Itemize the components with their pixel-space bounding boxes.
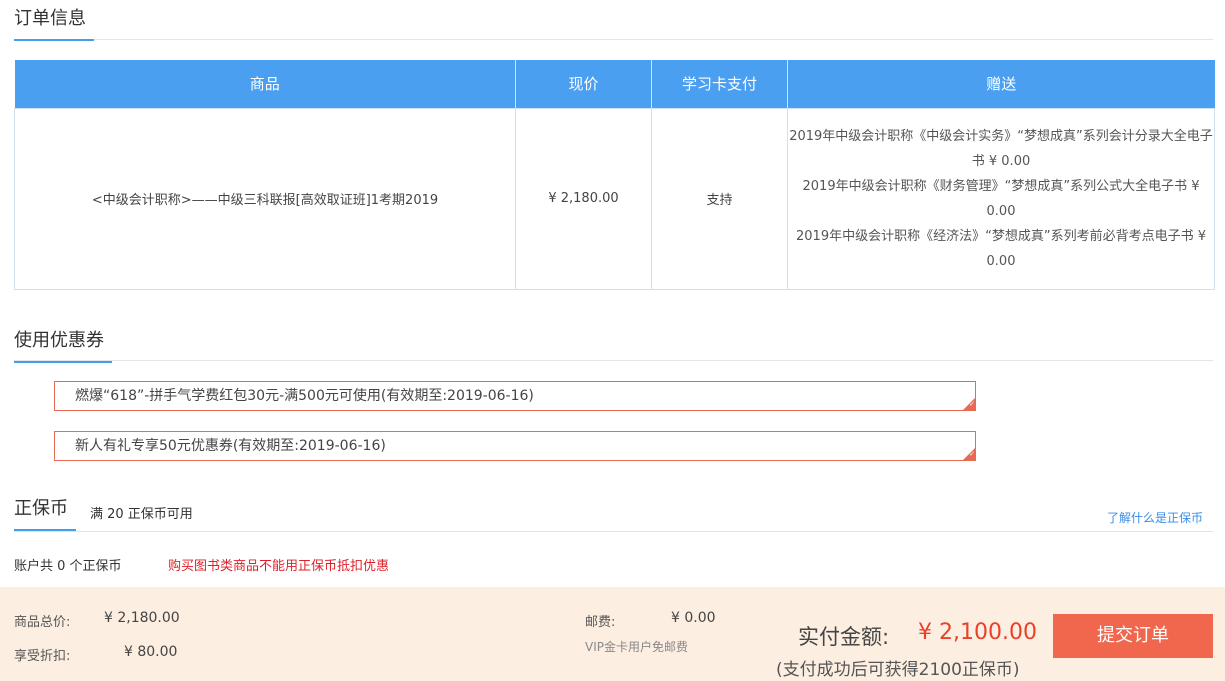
coupon-option[interactable]: 燃爆“618”-拼手气学费红包30元-满500元可使用(有效期至:2019-06…: [54, 381, 976, 411]
order-info-section-header: 订单信息: [14, 8, 1213, 41]
coupon-label: 燃爆“618”-拼手气学费红包30元-满500元可使用(有效期至:2019-06…: [75, 388, 534, 404]
header-card-pay: 学习卡支付: [651, 60, 788, 108]
shipping-label: 邮费:: [585, 615, 616, 630]
order-table-header-row: 商品 现价 学习卡支付 赠送: [14, 60, 1215, 108]
pay-reward-note: (支付成功后可获得2100正保币): [776, 660, 1020, 680]
gift-item: 2019年中级会计职称《财务管理》“梦想成真”系列公式大全电子书 ¥ 0.00: [802, 178, 1200, 219]
total-price-value: ¥ 2,180.00: [104, 610, 180, 626]
gift-item: 2019年中级会计职称《中级会计实务》“梦想成真”系列会计分录大全电子书 ¥ 0…: [789, 128, 1213, 169]
coin-warning-text: 购买图书类商品不能用正保币抵扣优惠: [168, 559, 390, 574]
table-row: <中级会计职称>——中级三科联报[高效取证班]1考期2019 ¥ 2,180.0…: [14, 107, 1215, 290]
gift-list: 2019年中级会计职称《中级会计实务》“梦想成真”系列会计分录大全电子书 ¥ 0…: [787, 107, 1215, 290]
discount-value: ¥ 80.00: [124, 644, 178, 660]
gift-item: 2019年中级会计职称《经济法》“梦想成真”系列考前必背考点电子书 ¥ 0.00: [796, 228, 1206, 269]
selected-check-icon: [963, 448, 975, 460]
header-gifts: 赠送: [787, 60, 1215, 108]
product-price: ¥ 2,180.00: [515, 107, 652, 290]
coin-balance-text: 账户共 0 个正保币: [14, 559, 122, 574]
coin-available-text: 满 20 正保币可用: [90, 507, 193, 522]
shipping-note: VIP金卡用户免邮费: [585, 640, 688, 654]
order-info-title: 订单信息: [14, 8, 94, 41]
coupon-label: 新人有礼专享50元优惠券(有效期至:2019-06-16): [75, 438, 386, 454]
coupon-title: 使用优惠券: [14, 330, 112, 363]
card-pay-support: 支持: [651, 107, 788, 290]
coupon-option[interactable]: 新人有礼专享50元优惠券(有效期至:2019-06-16): [54, 431, 976, 461]
submit-order-button[interactable]: 提交订单: [1053, 614, 1213, 658]
pay-amount-label: 实付金额:: [798, 625, 890, 649]
coin-title: 正保币: [14, 498, 76, 531]
header-product: 商品: [14, 60, 516, 108]
coupon-section-header: 使用优惠券: [14, 330, 1213, 363]
product-name: <中级会计职称>——中级三科联报[高效取证班]1考期2019: [14, 107, 516, 290]
coin-section-header: 正保币: [14, 498, 1213, 532]
order-summary-bar: 商品总价: ¥ 2,180.00 享受折扣: ¥ 80.00 邮费: ¥ 0.0…: [0, 587, 1225, 681]
pay-amount-value: ¥ 2,100.00: [918, 620, 1037, 645]
coin-help-link[interactable]: 了解什么是正保币: [1107, 509, 1203, 526]
discount-label: 享受折扣:: [14, 649, 71, 664]
total-price-label: 商品总价:: [14, 615, 71, 630]
shipping-value: ¥ 0.00: [671, 610, 716, 626]
header-price: 现价: [515, 60, 652, 108]
selected-check-icon: [963, 398, 975, 410]
order-table: 商品 现价 学习卡支付 赠送 <中级会计职称>——中级三科联报[高效取证班]1考…: [14, 60, 1215, 290]
